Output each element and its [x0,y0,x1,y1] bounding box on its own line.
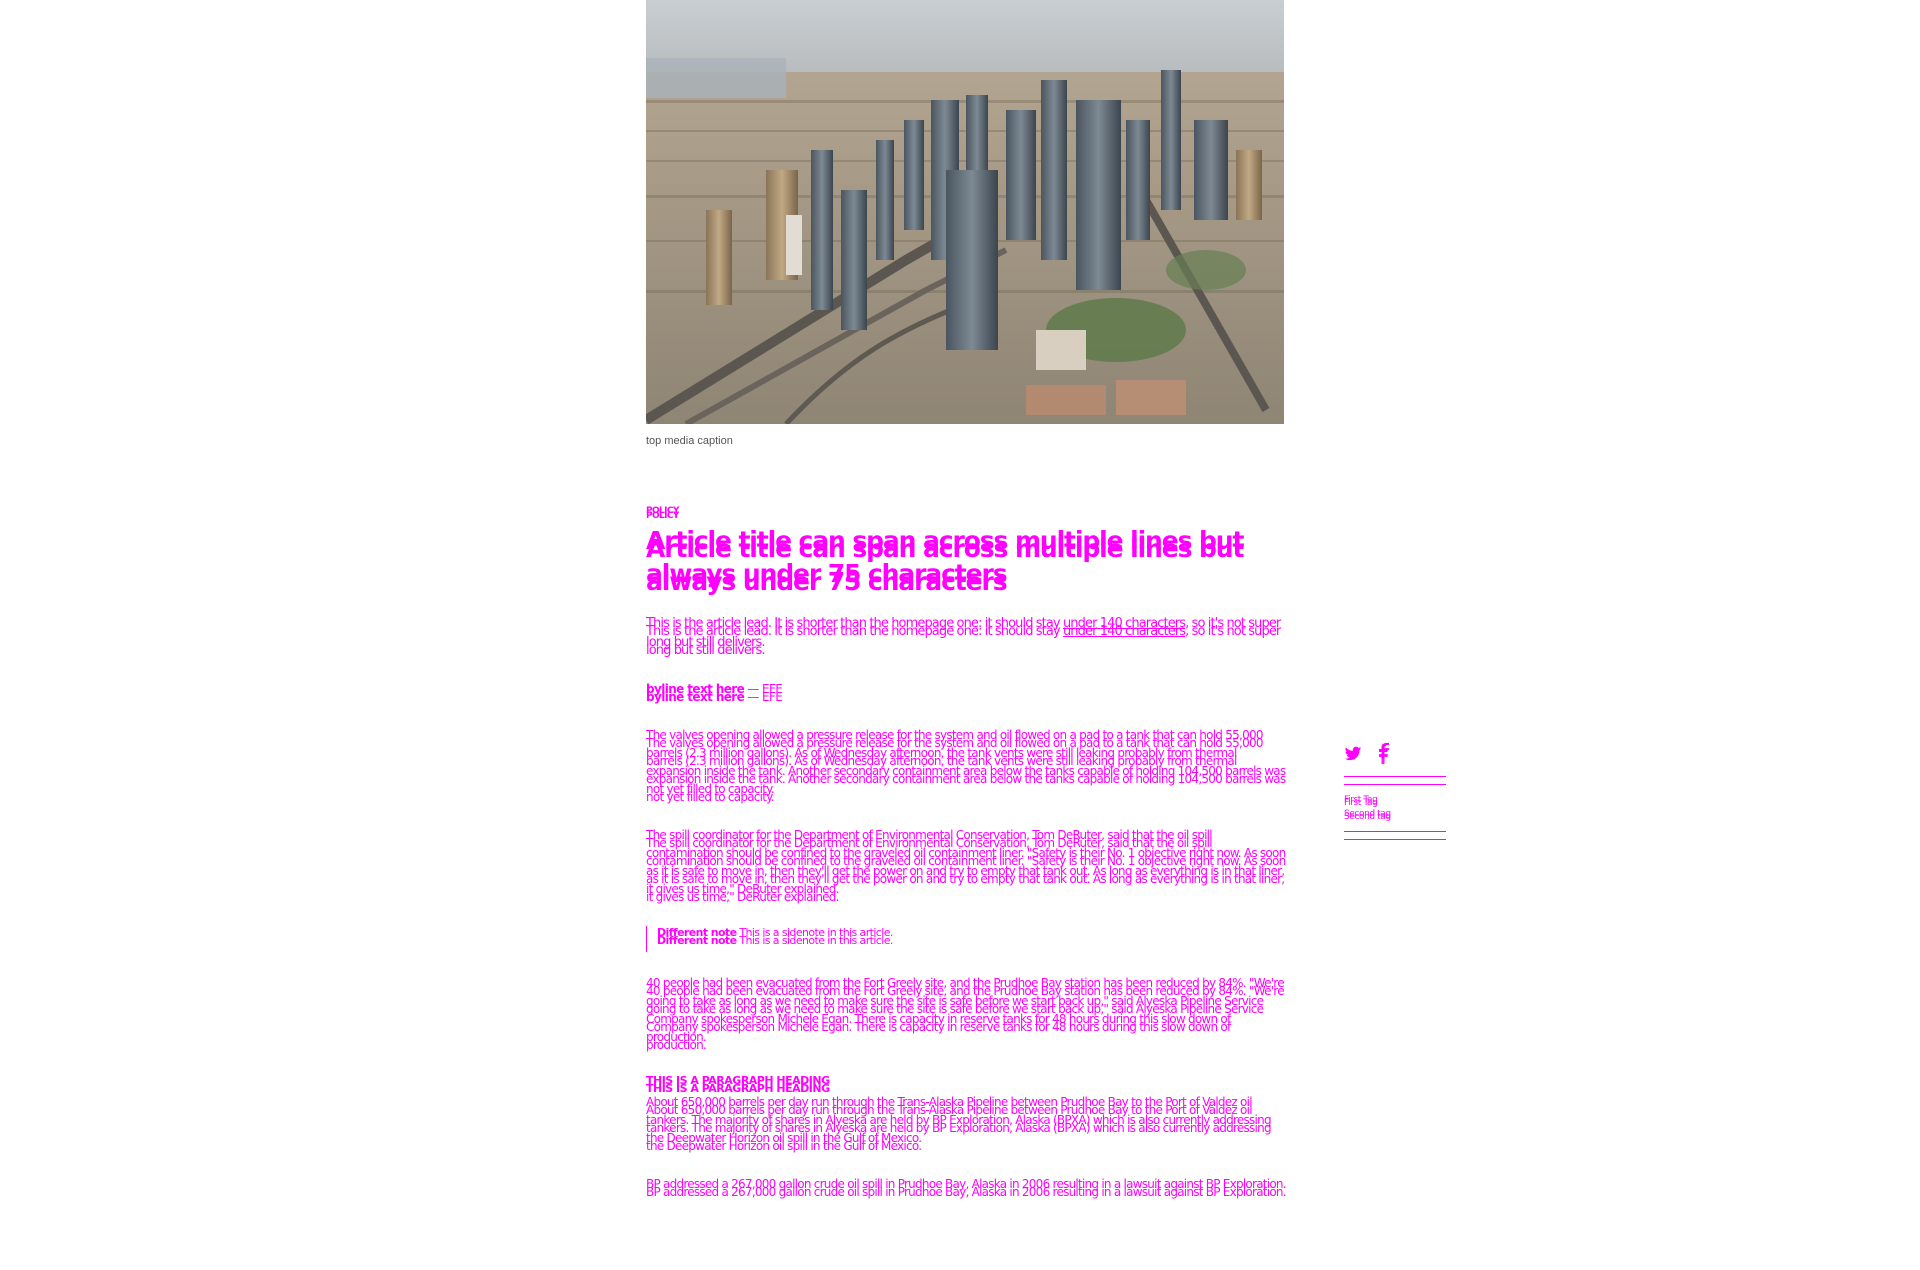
share-icons [1344,742,1446,766]
paragraph: 40 people had been evacuated from the Fo… [646,976,1285,1044]
divider [1344,839,1446,840]
article-lead: This is the article lead. It is shorter … [646,614,1286,652]
byline: byline text here — EFE [646,682,1286,696]
lead-link[interactable]: under 140 characters [1063,616,1186,631]
facebook-icon[interactable] [1376,743,1392,765]
hero-image [646,0,1284,424]
paragraph: The valves opening allowed a pressure re… [646,728,1286,796]
sidenote-label: Different note [657,926,737,939]
paragraph: BP addressed a 267,000 gallon crude oil … [646,1177,1287,1191]
byline-source: — EFE [744,682,783,696]
sidenote-text: This is a sidenote in this article. [736,926,893,939]
sidenote: Different note This is a sidenote in thi… [646,926,1286,952]
twitter-icon[interactable] [1344,745,1362,763]
lead-text: This is the article lead. It is shorter … [646,616,1063,631]
tag-link[interactable]: Second tag [1344,809,1446,819]
paragraph: The spill coordinator for the Department… [646,828,1286,896]
divider [1344,831,1446,832]
article-title: Article title can span across multiple l… [646,526,1244,588]
byline-author[interactable]: byline text here [646,682,745,696]
tag-list: First Tag Second tag [1344,785,1446,831]
paragraph: About 650,000 barrels per day run throug… [646,1095,1272,1145]
hero-caption: top media caption [646,435,733,447]
article-body: POLICY Article title can span across mul… [646,506,1287,1221]
section-label[interactable]: POLICY [646,506,1286,516]
city-skyline-image [646,0,1284,424]
tag-link[interactable]: First Tag [1344,795,1446,805]
article-page: top media caption POLICY Article title c… [0,0,1920,1270]
divider [1344,776,1446,777]
paragraph-heading: THIS IS A PARAGRAPH HEADING [646,1074,830,1087]
share-panel: First Tag Second tag [1344,742,1446,840]
